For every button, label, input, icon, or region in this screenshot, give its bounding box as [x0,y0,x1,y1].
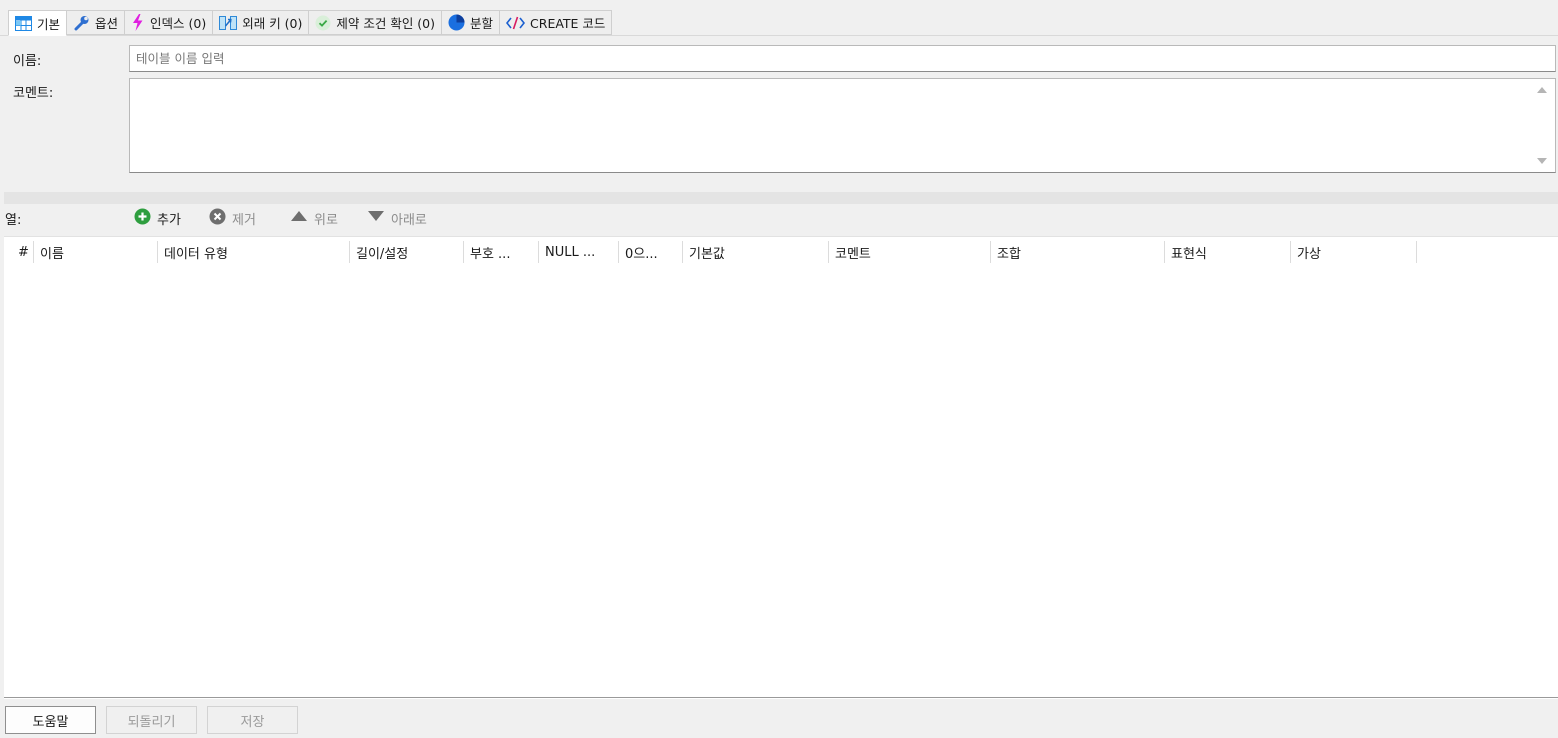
tab-label: CREATE 코드 [530,16,606,31]
triangle-up-icon [290,210,308,226]
code-icon [506,16,526,30]
lightning-icon [131,14,145,31]
remove-circle-icon [209,208,226,229]
tab-indexes[interactable]: 인덱스 (0) [125,10,214,35]
scroll-down-arrow-icon[interactable] [1537,158,1547,164]
help-button[interactable]: 도움말 [5,706,96,734]
table-icon [15,15,32,31]
wrench-icon [73,15,90,31]
move-down-button[interactable]: 아래로 [367,205,427,231]
save-button[interactable]: 저장 [207,706,298,734]
tab-label: 옵션 [95,16,119,31]
foreign-key-icon [219,15,238,31]
tab-label: 분할 [470,16,494,31]
columns-label: 열: [5,212,22,228]
check-icon [315,15,331,31]
add-label: 추가 [157,212,181,228]
grid-bottom-border [4,697,1558,698]
move-up-button[interactable]: 위로 [290,205,338,231]
up-label: 위로 [314,212,338,228]
tab-create-code[interactable]: CREATE 코드 [500,10,613,35]
tab-foreign-keys[interactable]: 외래 키 (0) [213,10,310,35]
column-header-zerofill[interactable]: 0으... [619,241,683,263]
columns-grid[interactable]: # 이름 데이터 유형 길이/설정 부호 ... NULL ... 0으... … [4,236,1558,699]
column-header-data-type[interactable]: 데이터 유형 [158,241,350,263]
column-header-collation[interactable]: 조합 [991,241,1165,263]
tab-bar: 기본 옵션 인덱스 (0) 외래 키 (0) 제약 조건 확인 (0) 분할 C… [8,10,613,36]
tab-label: 제약 조건 확인 (0) [336,16,436,31]
tab-label: 기본 [37,16,61,32]
column-header-default[interactable]: 기본값 [683,241,829,263]
add-column-button[interactable]: 추가 [134,205,181,231]
column-header-allow-null[interactable]: NULL ... [539,241,619,263]
add-circle-icon [134,208,151,229]
revert-button[interactable]: 되돌리기 [106,706,197,734]
tab-partitions[interactable]: 분할 [442,10,501,35]
scroll-up-arrow-icon[interactable] [1537,87,1547,93]
triangle-down-icon [367,210,385,226]
remove-label: 제거 [232,212,256,228]
grid-header: # 이름 데이터 유형 길이/설정 부호 ... NULL ... 0으... … [4,237,1558,267]
tab-label: 외래 키 (0) [242,16,303,31]
column-header-expression[interactable]: 표현식 [1165,241,1291,263]
comment-textarea[interactable] [130,79,1530,172]
table-name-input[interactable] [129,45,1556,72]
remove-column-button[interactable]: 제거 [209,205,256,231]
tab-label: 인덱스 (0) [150,16,207,31]
tab-options[interactable]: 옵션 [67,10,126,35]
column-header-length[interactable]: 길이/설정 [350,241,464,263]
tab-basic[interactable]: 기본 [8,10,68,36]
pie-icon [448,14,465,31]
splitter[interactable] [4,192,1558,204]
column-header-unsigned[interactable]: 부호 ... [464,241,539,263]
tab-check-constraints[interactable]: 제약 조건 확인 (0) [309,10,443,35]
down-label: 아래로 [391,212,427,228]
column-header-comment[interactable]: 코멘트 [829,241,991,263]
column-header-name[interactable]: 이름 [34,241,158,263]
columns-toolbar: 열: 추가 제거 위로 아래로 [0,205,1558,231]
comment-label: 코멘트: [13,86,54,101]
column-header-virtual[interactable]: 가상 [1291,241,1417,263]
comment-field[interactable] [129,78,1556,173]
column-header-number[interactable]: # [12,241,34,263]
name-label: 이름: [13,54,42,69]
